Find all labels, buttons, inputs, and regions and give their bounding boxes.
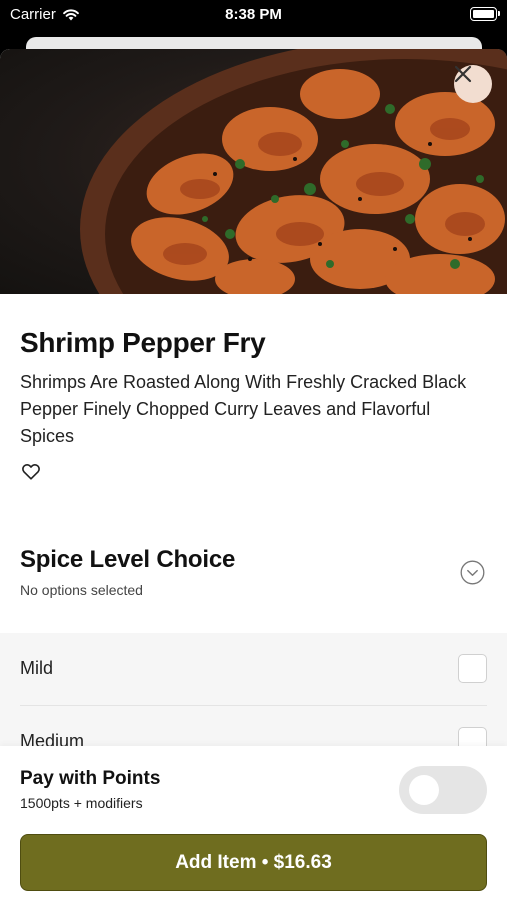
option-mild[interactable]: Mild: [20, 633, 487, 705]
status-time: 8:38 PM: [225, 6, 282, 23]
item-photo: [0, 49, 507, 294]
shrimp-dish-illustration: [80, 49, 507, 294]
checkout-bar: Pay with Points 1500pts + modifiers Add …: [0, 746, 507, 900]
item-title: Shrimp Pepper Fry: [20, 327, 266, 358]
chevron-down-circle-icon[interactable]: [460, 560, 485, 585]
option-checkbox[interactable]: [458, 654, 487, 683]
item-description: Shrimps Are Roasted Along With Freshly C…: [20, 372, 467, 446]
points-title: Pay with Points: [20, 768, 161, 789]
spice-section-title: Spice Level Choice: [20, 546, 236, 573]
toggle-knob: [409, 775, 439, 805]
close-button[interactable]: [454, 65, 492, 103]
heart-icon[interactable]: [20, 460, 42, 482]
points-toggle[interactable]: [399, 766, 487, 814]
spice-section-subtitle: No options selected: [20, 582, 143, 598]
points-subtitle: 1500pts + modifiers: [20, 795, 143, 811]
add-item-button[interactable]: Add Item • $16.63: [20, 834, 487, 891]
close-icon: [454, 65, 472, 83]
status-bar: Carrier 8:38 PM: [0, 0, 507, 30]
option-label: Mild: [20, 658, 54, 678]
battery-icon: [470, 7, 500, 21]
item-detail-sheet: Shrimp Pepper Fry Shrimps Are Roasted Al…: [0, 49, 507, 900]
